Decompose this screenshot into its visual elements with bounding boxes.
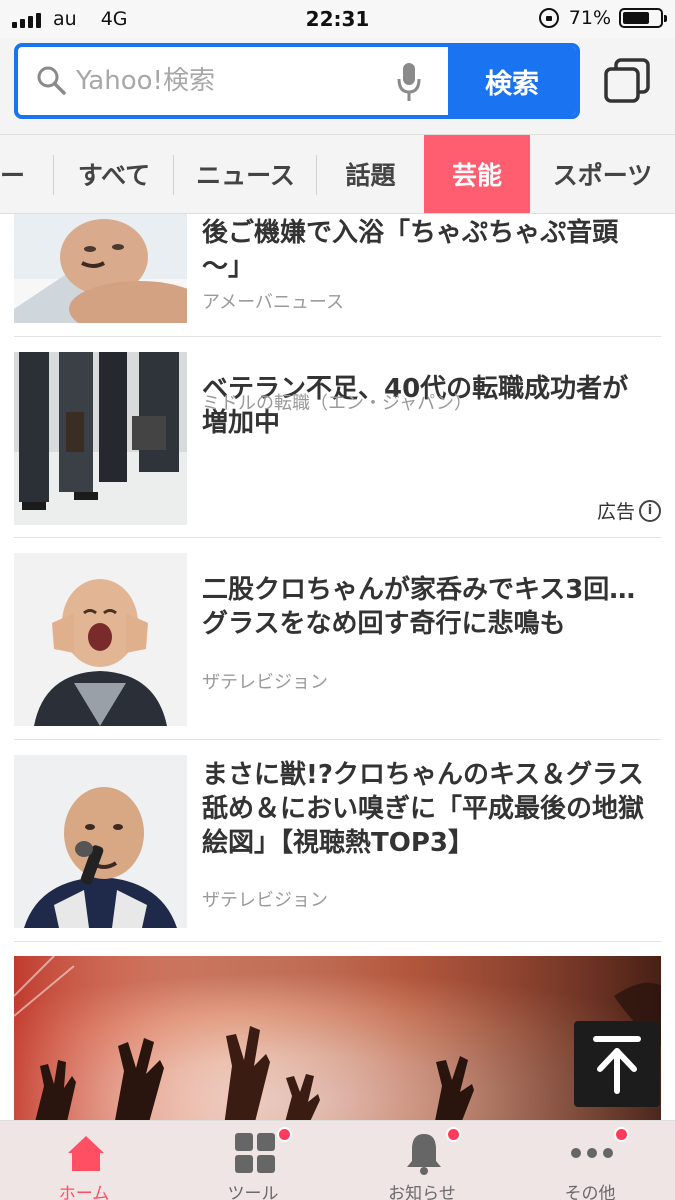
ad-label[interactable]: 広告 i [597,497,661,524]
article-thumbnail[interactable] [14,352,187,525]
rotation-lock-icon [538,8,559,28]
tab-label: スポーツ [552,161,653,190]
article-title[interactable]: 後ご機嫌で入浴「ちゃぷちゃぷ音頭 〜」 [202,216,661,284]
article-thumbnail[interactable] [14,755,187,928]
tab-label: ー [0,161,26,190]
tab-topics[interactable]: 話題 [317,135,424,213]
article-title-line: 〜」 [202,252,255,282]
article-thumbnail[interactable] [14,553,187,726]
nav-notifications[interactable]: お知らせ [362,1121,482,1200]
news-article[interactable]: まさに獣!?クロちゃんのキス＆グラス 舐め＆におい嗅ぎに「平成最後の地獄 絵図」… [14,740,661,942]
news-feed[interactable]: 後ご機嫌で入浴「ちゃぷちゃぷ音頭 〜」 アメーバニュース ベテラン不足、40代の… [0,214,675,1120]
bottom-navigation: ホーム ツール お知らせ その他 [0,1120,675,1200]
article-title-line: 二股クロちゃんが家呑みでキス3回… [202,575,636,605]
more-icon [571,1148,613,1158]
nav-label: ツール [227,1184,279,1200]
nav-label: ホーム [58,1184,110,1200]
news-article[interactable]: 後ご機嫌で入浴「ちゃぷちゃぷ音頭 〜」 アメーバニュース [14,214,661,337]
tab-all[interactable]: すべて [54,135,174,213]
bell-icon [407,1134,441,1175]
tab-label: すべて [77,161,151,190]
battery-icon [619,8,667,28]
notification-badge [277,1127,292,1142]
tab-label: 芸能 [451,161,502,190]
concert-banner-image[interactable] [14,956,661,1120]
ad-article[interactable]: ベテラン不足、40代の転職成功者が 増加中 ミドルの転職（エン・ジャパン） 広告… [14,337,661,538]
search-input[interactable] [76,47,376,115]
article-thumbnail[interactable] [14,214,187,323]
tab-partial[interactable]: ー [0,135,54,213]
article-title-line: 絵図」【視聴熱TOP3】 [202,828,474,858]
search-icon [37,66,66,95]
microphone-icon[interactable] [396,61,422,103]
battery-percent: 71% [568,7,611,29]
article-source: アメーバニュース [202,292,345,313]
article-title-line: 後ご機嫌で入浴「ちゃぷちゃぷ音頭 [202,218,619,248]
article-source: ミドルの転職（エン・ジャパン） [202,393,472,414]
tab-entertainment[interactable]: 芸能 [424,135,530,213]
browser-tabs-icon[interactable] [604,58,650,104]
tools-icon [235,1133,275,1173]
tab-label: ニュース [196,161,295,190]
article-source: ザテレビジョン [202,672,328,693]
article-title-line: 舐め＆におい嗅ぎに「平成最後の地獄 [202,794,645,824]
info-icon[interactable]: i [639,499,661,522]
article-source: ザテレビジョン [202,890,328,911]
notification-badge [614,1127,629,1142]
article-title-line: まさに獣!?クロちゃんのキス＆グラス [202,760,644,790]
home-icon [68,1136,104,1171]
article-title[interactable]: 二股クロちゃんが家呑みでキス3回… グラスをなめ回す奇行に悲鳴も [202,573,661,641]
category-tab-bar: ー すべて ニュース 話題 芸能 スポーツ [0,134,675,214]
nav-label: お知らせ [388,1184,456,1200]
nav-tools[interactable]: ツール [193,1121,313,1200]
article-title[interactable]: まさに獣!?クロちゃんのキス＆グラス 舐め＆におい嗅ぎに「平成最後の地獄 絵図」… [202,758,661,860]
notification-badge [446,1127,461,1142]
nav-home[interactable]: ホーム [24,1121,144,1200]
nav-label: その他 [564,1184,616,1200]
battery-fill [623,12,649,24]
news-article[interactable]: 二股クロちゃんが家呑みでキス3回… グラスをなめ回す奇行に悲鳴も ザテレビジョン [14,538,661,740]
nav-more[interactable]: その他 [530,1121,650,1200]
search-button[interactable]: 検索 [448,47,576,115]
status-bar: au 4G 22:31 71% [0,0,675,38]
scroll-to-top-button[interactable] [574,1021,660,1107]
tab-news[interactable]: ニュース [174,135,317,213]
article-title-line: グラスをなめ回す奇行に悲鳴も [202,609,566,639]
tab-sports[interactable]: スポーツ [530,135,675,213]
search-header: 検索 [0,38,675,134]
ad-label-text: 広告 [596,501,635,523]
search-box[interactable]: 検索 [14,43,580,119]
tab-label: 話題 [345,161,396,190]
arrow-up-icon [593,1036,641,1094]
